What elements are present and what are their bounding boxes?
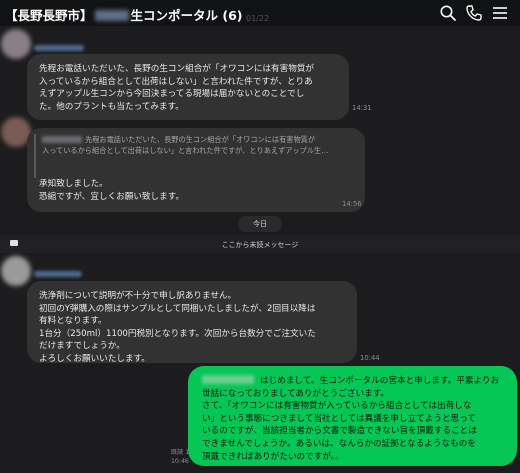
message-time: 14:31 bbox=[352, 104, 372, 112]
phone-icon[interactable] bbox=[465, 4, 483, 22]
title-prefix: 【長野長野市】 bbox=[5, 8, 93, 23]
chat-title: 【長野長野市】 生コンポータル (6) bbox=[5, 5, 243, 24]
search-icon[interactable] bbox=[439, 4, 457, 22]
quote-text: 先程お電話いただいた、長野の生コン組合が「オワコンには有害物質が 入っているから… bbox=[42, 135, 329, 155]
message-time: 10:46 bbox=[171, 458, 189, 465]
own-message-text: はじめまして。生コンポータルの宮本と申します。平素よりお 世話になっておりまして… bbox=[202, 376, 500, 462]
blurred-recipient bbox=[202, 375, 254, 384]
own-message-bubble[interactable]: はじめまして。生コンポータルの宮本と申します。平素よりお 世話になっておりまして… bbox=[188, 366, 517, 466]
reply-quote[interactable]: 先程お電話いただいた、長野の生コン組合が「オワコンには有害物質が 入っているから… bbox=[34, 134, 364, 178]
read-receipt: 既読 1 10:46 bbox=[171, 448, 189, 466]
quoted-sender bbox=[42, 136, 82, 143]
ghost-date: 01/22 bbox=[246, 14, 270, 23]
date-separator: 今日 bbox=[238, 216, 282, 232]
blurred-name bbox=[94, 10, 129, 21]
message-time: 10:44 bbox=[360, 354, 380, 362]
sender-name bbox=[34, 45, 84, 51]
menu-icon[interactable] bbox=[491, 4, 509, 22]
sender-name bbox=[34, 271, 82, 277]
message-bubble[interactable]: 洗浄剤について説明が不十分で申し訳ありません。 初回のY弾購入の際はサンプルとし… bbox=[27, 281, 357, 364]
message-text: 承知致しました。 恐縮ですが、宜しくお願い致します。 bbox=[39, 179, 185, 202]
message-time: 14:56 bbox=[342, 200, 362, 208]
title-suffix: 生コンポータル (6) bbox=[130, 8, 243, 23]
avatar[interactable] bbox=[1, 29, 31, 59]
read-count: 既読 1 bbox=[171, 449, 190, 456]
message-bubble[interactable]: 先程お電話いただいた、長野の生コン組合が「オワコンには有害物質が 入っているから… bbox=[27, 54, 349, 120]
chat-header: 【長野長野市】 生コンポータル (6) 01/22 bbox=[0, 0, 520, 26]
avatar[interactable] bbox=[1, 256, 31, 286]
unread-label: ここから未読メッセージ bbox=[221, 241, 299, 249]
